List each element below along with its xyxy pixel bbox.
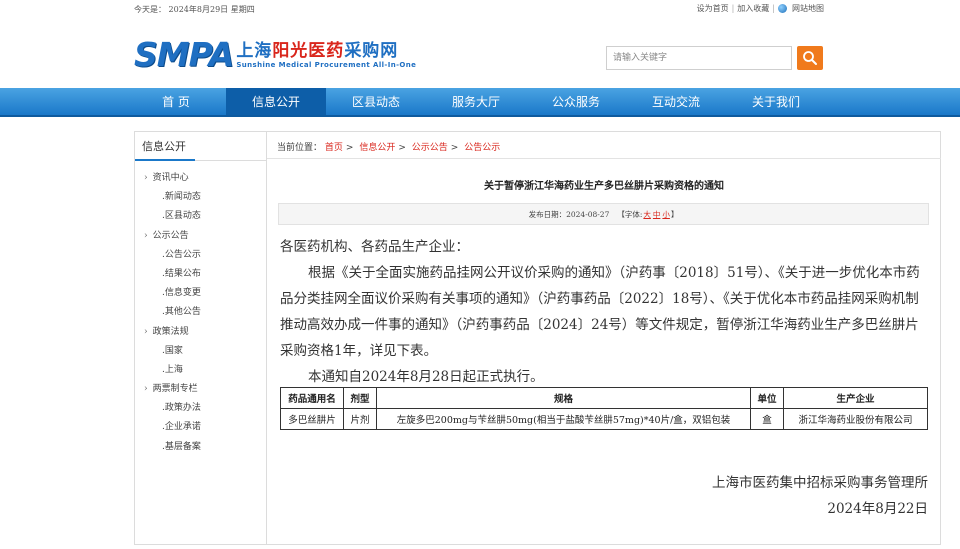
table-cell: 浙江华海药业股份有限公司 bbox=[783, 408, 928, 430]
sidebar-item[interactable]: .区县动态 bbox=[135, 207, 266, 226]
column-header: 剂型 bbox=[343, 387, 377, 409]
sidebar: 信息公开 资讯中心.新闻动态.区县动态公示公告.公告公示.结果公布.信息变更.其… bbox=[134, 131, 267, 545]
font-medium-link[interactable]: 中 bbox=[653, 210, 661, 219]
table-row: 多巴丝肼片 片剂 左旋多巴200mg与苄丝肼50mg(相当于盐酸苄丝肼57mg)… bbox=[280, 408, 928, 430]
font-size-switch: 【字体:大中小】 bbox=[617, 209, 679, 219]
nav-item[interactable]: 公众服务 bbox=[526, 88, 626, 115]
sidebar-item[interactable]: .基层备案 bbox=[135, 438, 266, 457]
sidebar-item[interactable]: .公告公示 bbox=[135, 246, 266, 265]
sign-date: 2024年8月22日 bbox=[827, 501, 928, 517]
table-header-row: 药品通用名 剂型 规格 单位 生产企业 bbox=[280, 387, 928, 409]
sidebar-item[interactable]: .其他公告 bbox=[135, 303, 266, 322]
salutation: 各医药机构、各药品生产企业： bbox=[280, 239, 469, 255]
logo-english-name: Sunshine Medical Procurement All-In-One bbox=[236, 61, 417, 69]
nav-item[interactable]: 服务大厅 bbox=[426, 88, 526, 115]
sidebar-item[interactable]: .上海 bbox=[135, 361, 266, 380]
divider: | bbox=[772, 4, 775, 13]
search-icon bbox=[803, 51, 817, 65]
search-box bbox=[606, 46, 823, 70]
sidebar-item[interactable]: .新闻动态 bbox=[135, 188, 266, 207]
sidebar-item[interactable]: .结果公布 bbox=[135, 265, 266, 284]
nav-item[interactable]: 信息公开 bbox=[226, 88, 326, 115]
font-small-link[interactable]: 小 bbox=[662, 210, 670, 219]
sidebar-group[interactable]: 公示公告 bbox=[135, 227, 266, 246]
breadcrumb: 当前位置： 首页 > 信息公开 > 公示公告 > 公告公示 bbox=[277, 143, 501, 153]
globe-icon bbox=[778, 4, 787, 13]
nav-item[interactable]: 首 页 bbox=[126, 88, 226, 115]
breadcrumb-home[interactable]: 首页 bbox=[325, 143, 343, 153]
publish-date: 发布日期：2024-08-27 bbox=[528, 209, 610, 219]
table-cell: 左旋多巴200mg与苄丝肼50mg(相当于盐酸苄丝肼57mg)*40片/盒，双铝… bbox=[376, 408, 751, 430]
table-cell: 片剂 bbox=[343, 408, 377, 430]
column-header: 单位 bbox=[750, 387, 784, 409]
search-input[interactable] bbox=[606, 46, 792, 70]
set-home-link[interactable]: 设为首页 bbox=[697, 3, 729, 14]
sidebar-item[interactable]: .国家 bbox=[135, 342, 266, 361]
sidebar-title: 信息公开 bbox=[135, 132, 266, 161]
nav-item[interactable]: 互动交流 bbox=[626, 88, 726, 115]
logo-abbreviation: SMPA bbox=[134, 35, 234, 74]
today-date: 今天是： 2024年8月29日 星期四 bbox=[134, 5, 255, 14]
sidebar-item[interactable]: .信息变更 bbox=[135, 284, 266, 303]
article-meta: 发布日期：2024-08-27 【字体:大中小】 bbox=[278, 203, 929, 225]
main-content: 当前位置： 首页 > 信息公开 > 公示公告 > 公告公示 关于暂停浙江华海药业生产多… bbox=[267, 131, 941, 545]
main-nav: 首 页信息公开 区县动态 服务大厅 公众服务 互动交流 关于我们 bbox=[0, 88, 960, 117]
table-cell: 盒 bbox=[750, 408, 784, 430]
nav-item[interactable]: 区县动态 bbox=[326, 88, 426, 115]
site-logo[interactable]: SMPA 上海阳光医药采购网 Sunshine Medical Procurem… bbox=[134, 35, 417, 74]
logo-cn-part: 上海 bbox=[236, 41, 273, 61]
logo-cn-part: 阳光医药 bbox=[272, 41, 345, 61]
top-bar: 今天是： 2024年8月29日 星期四 设为首页 | 加入收藏 | 网站地图 bbox=[0, 0, 960, 18]
breadcrumb-announcement[interactable]: 公告公示 bbox=[464, 143, 500, 153]
signer: 上海市医药集中招标采购事务管理所 bbox=[712, 475, 928, 491]
paragraph: 根据《关于全面实施药品挂网公开议价采购的通知》（沪药事〔2018〕51号）、《关… bbox=[280, 265, 920, 359]
divider: | bbox=[731, 4, 735, 13]
sidebar-group[interactable]: 资讯中心 bbox=[135, 169, 266, 188]
sidebar-group[interactable]: 两票制专栏 bbox=[135, 380, 266, 399]
signature-block: 上海市医药集中招标采购事务管理所 2024年8月22日 bbox=[712, 470, 928, 522]
column-header: 生产企业 bbox=[783, 387, 928, 409]
logo-chinese-name: 上海阳光医药采购网 bbox=[236, 41, 416, 61]
nav-item[interactable]: 关于我们 bbox=[726, 88, 826, 115]
top-links: 设为首页 | 加入收藏 | 网站地图 bbox=[697, 3, 824, 14]
drug-table: 药品通用名 剂型 规格 单位 生产企业 多巴丝肼片 片剂 左旋多巴200mg与苄… bbox=[280, 387, 928, 430]
sitemap-link[interactable]: 网站地图 bbox=[792, 3, 824, 14]
logo-cn-part: 采购网 bbox=[344, 41, 399, 61]
breadcrumb-info[interactable]: 信息公开 bbox=[359, 143, 395, 153]
font-large-link[interactable]: 大 bbox=[643, 210, 651, 219]
breadcrumb-prefix: 当前位置： bbox=[277, 143, 323, 153]
divider bbox=[267, 158, 941, 159]
search-button[interactable] bbox=[797, 46, 823, 70]
sidebar-item[interactable]: .政策办法 bbox=[135, 399, 266, 418]
column-header: 药品通用名 bbox=[280, 387, 344, 409]
sidebar-group[interactable]: 政策法规 bbox=[135, 323, 266, 342]
sidebar-item[interactable]: .企业承诺 bbox=[135, 418, 266, 437]
add-favorite-link[interactable]: 加入收藏 bbox=[737, 3, 769, 14]
column-header: 规格 bbox=[376, 387, 751, 409]
breadcrumb-public-notice[interactable]: 公示公告 bbox=[412, 143, 448, 153]
site-header: SMPA 上海阳光医药采购网 Sunshine Medical Procurem… bbox=[0, 18, 960, 88]
article-title: 关于暂停浙江华海药业生产多巴丝肼片采购资格的通知 bbox=[484, 181, 724, 192]
table-cell: 多巴丝肼片 bbox=[280, 408, 344, 430]
article-body: 各医药机构、各药品生产企业： 根据《关于全面实施药品挂网公开议价采购的通知》（沪… bbox=[280, 234, 930, 390]
